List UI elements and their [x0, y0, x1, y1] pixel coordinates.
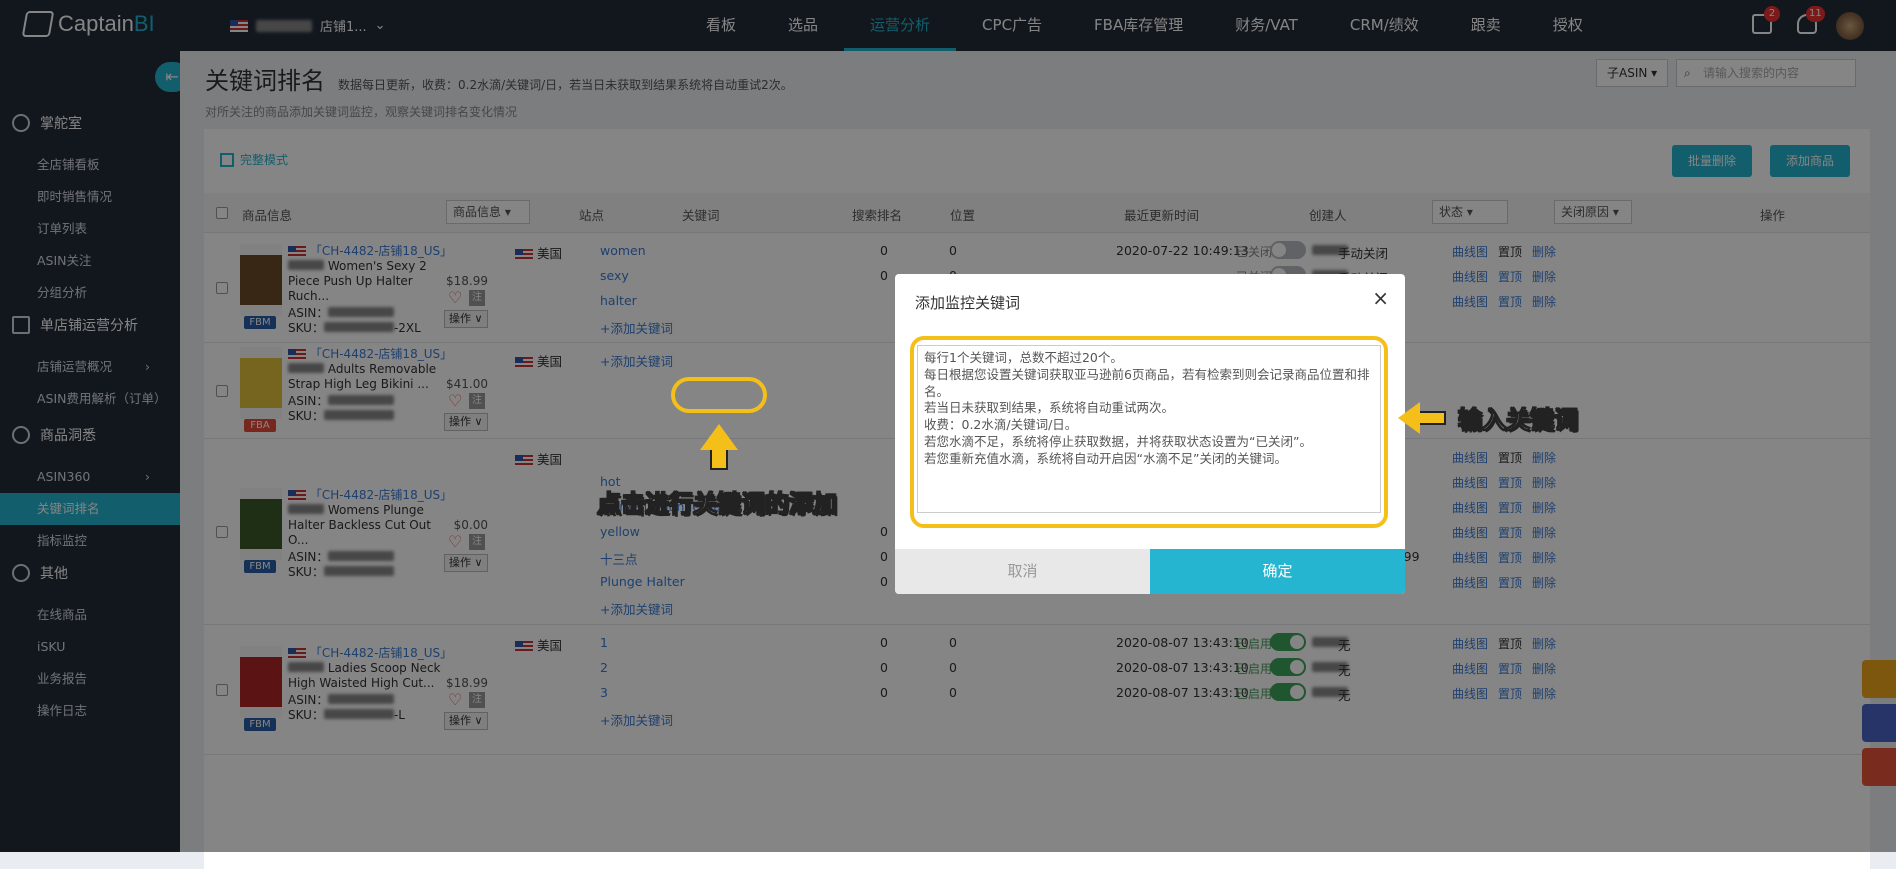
input-keyword-callout: 输入关键词	[1458, 406, 1579, 435]
confirm-button[interactable]: 确定	[1150, 549, 1405, 594]
add-keyword-highlight	[671, 377, 767, 413]
arrow-up-icon	[700, 424, 738, 450]
arrow-left-shaft	[1418, 411, 1446, 425]
close-icon[interactable]: ×	[1372, 286, 1389, 310]
add-keyword-callout: 点击进行关键词的添加	[597, 490, 838, 519]
arrow-left-icon	[1398, 402, 1420, 434]
arrow-up-shaft	[710, 448, 728, 470]
dialog-title: 添加监控关键词	[915, 294, 1021, 312]
cancel-button[interactable]: 取消	[895, 549, 1150, 594]
textarea-highlight	[910, 336, 1388, 528]
